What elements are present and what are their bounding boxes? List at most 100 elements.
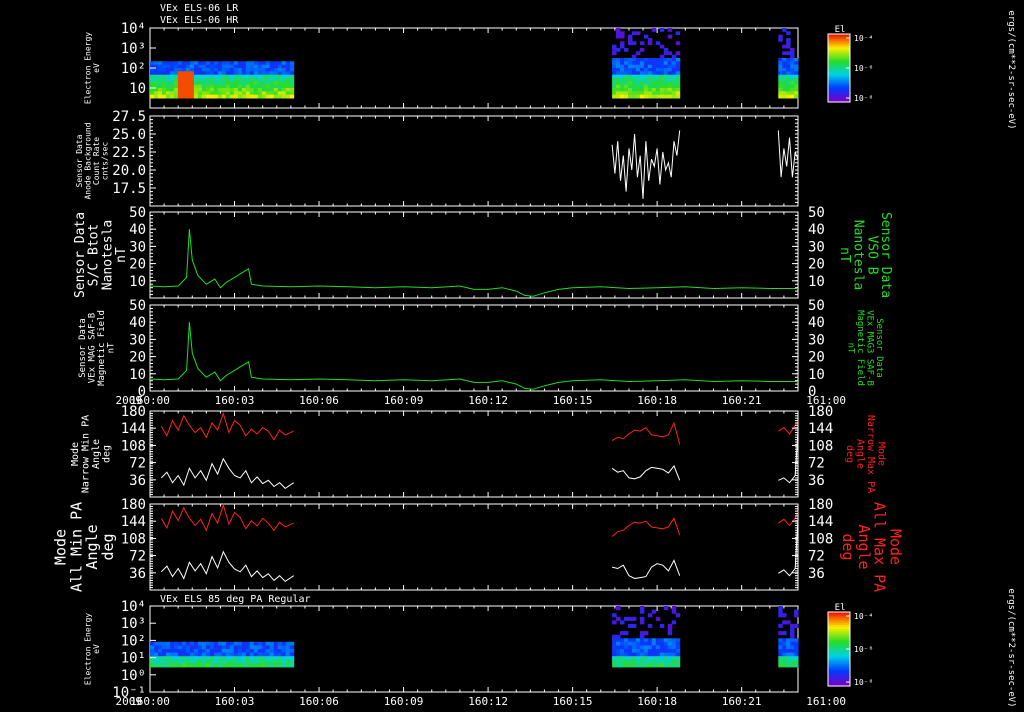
- spectrogram-cell: [794, 74, 799, 79]
- spectrogram-cell: [166, 645, 171, 650]
- spectrogram-cell: [616, 78, 621, 82]
- spectrogram-cell: [166, 84, 171, 89]
- spectrogram-cell: [205, 91, 211, 96]
- spectrogram-cell: [277, 71, 283, 76]
- spectrogram-cell: [170, 64, 175, 69]
- spectrogram-cell: [249, 645, 255, 650]
- spectrogram-cell: [170, 68, 175, 72]
- spectrogram-cell: [655, 81, 661, 86]
- spectrogram-cell: [225, 94, 231, 99]
- spectrogram-cell: [213, 78, 219, 82]
- spectrogram-cell: [667, 81, 673, 86]
- spectrogram-cell: [790, 656, 795, 661]
- spectrogram-cell: [612, 61, 617, 66]
- spectrogram-cell: [237, 645, 243, 650]
- spectrogram-cell: [245, 71, 251, 76]
- spectrogram-cell: [639, 638, 645, 643]
- spectrogram-cell: [166, 94, 171, 99]
- spectrogram-cell: [790, 84, 795, 89]
- spectrogram-cell: [659, 58, 665, 62]
- spectrogram-cell: [624, 48, 629, 52]
- spectrogram-cell: [616, 606, 621, 611]
- y-tick-label: 10³: [121, 616, 146, 632]
- spectrogram-cell: [612, 638, 617, 643]
- spectrogram-cell: [675, 78, 681, 82]
- x-tick-label: 160:18: [637, 695, 677, 708]
- spectrogram-cell: [794, 656, 799, 661]
- spectrogram-cell: [269, 649, 275, 654]
- spectrogram-cell: [154, 88, 159, 92]
- spectrogram-cell: [281, 68, 287, 72]
- spectrogram-cell: [647, 61, 653, 66]
- spectrogram-cell: [162, 64, 167, 69]
- x-year-label: 2009: [116, 695, 143, 708]
- spectrogram-cell: [616, 81, 621, 86]
- spectrogram-cell: [269, 64, 275, 69]
- spectrogram-cell: [257, 78, 263, 82]
- spectrogram-cell: [158, 91, 163, 96]
- spectrogram-cell: [253, 94, 259, 99]
- spectrogram-cell: [663, 58, 669, 62]
- spectrogram-cell: [245, 78, 251, 82]
- spectrogram-cell: [265, 61, 271, 66]
- spectrogram-cell: [185, 94, 191, 99]
- spectrogram-cell: [790, 54, 795, 59]
- spectrogram-cell: [782, 78, 787, 82]
- spectrogram-cell: [635, 638, 641, 643]
- spectrogram-cell: [631, 74, 637, 79]
- spectrogram-cell: [667, 74, 673, 79]
- spectrogram-cell: [285, 71, 291, 76]
- spectrogram-cell: [269, 652, 275, 657]
- spectrogram-cell: [667, 91, 673, 96]
- panel-5-ylabel-right-line: Angle: [854, 439, 865, 469]
- spectrogram-cell: [154, 91, 159, 96]
- spectrogram-cell: [166, 74, 171, 79]
- spectrogram-cell: [265, 94, 271, 99]
- spectrogram-cell: [790, 638, 795, 643]
- spectrogram-cell: [221, 94, 227, 99]
- spectrogram-cell: [794, 78, 799, 82]
- spectrogram-cell: [655, 88, 661, 92]
- y-tick-label: 20: [808, 257, 825, 273]
- spectrogram-cell: [655, 71, 661, 76]
- spectrogram-cell: [237, 64, 243, 69]
- y-tick-label: 40: [129, 315, 146, 331]
- spectrogram-cell: [289, 659, 295, 664]
- spectrogram-cell: [624, 88, 629, 92]
- spectrogram-cell: [237, 84, 243, 89]
- spectrogram-cell: [185, 74, 191, 79]
- x-tick-label: 160:18: [637, 394, 677, 407]
- spectrogram-cell: [659, 84, 665, 89]
- spectrogram-cell: [213, 649, 219, 654]
- spectrogram-cell: [253, 81, 259, 86]
- spectrogram-cell: [257, 68, 263, 72]
- spectrogram-cell: [277, 94, 283, 99]
- spectrogram-cell: [245, 659, 251, 664]
- spectrogram-cell: [655, 641, 661, 646]
- y-tick-label: 144: [808, 514, 833, 530]
- spectrogram-cell: [241, 91, 247, 96]
- spectrogram-cell: [158, 71, 163, 76]
- y-tick-label: 50: [129, 205, 146, 221]
- spectrogram-cell: [285, 94, 291, 99]
- spectrogram-cell: [261, 91, 267, 96]
- spectrogram-cell: [241, 64, 247, 69]
- spectrogram-cell: [620, 41, 625, 46]
- spectrogram-cell: [631, 64, 637, 69]
- spectrogram-cell: [289, 74, 295, 79]
- spectrogram-cell: [217, 91, 223, 96]
- spectrogram-cell: [651, 71, 657, 76]
- spectrogram-cell: [659, 64, 665, 69]
- spectrogram-cell: [154, 652, 159, 657]
- spectrogram-cell: [185, 78, 191, 82]
- spectrogram-cell: [778, 74, 783, 79]
- spectrogram-cell: [269, 659, 275, 664]
- spectrogram-cell: [663, 641, 669, 646]
- spectrogram-cell: [624, 94, 629, 99]
- spectrogram-cell: [786, 31, 791, 36]
- y-tick-label: 144: [121, 514, 146, 530]
- spectrogram-cell: [647, 71, 653, 76]
- y-tick-label: 180: [121, 404, 146, 420]
- spectrogram-cell: [193, 71, 199, 76]
- spectrogram-cell: [213, 656, 219, 661]
